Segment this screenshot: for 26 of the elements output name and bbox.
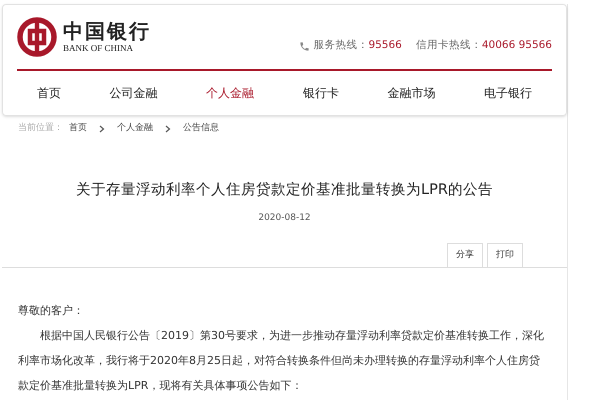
hotline-number: 40066 95566 — [482, 38, 552, 54]
chevron-right-icon — [99, 125, 105, 133]
phone-icon — [299, 40, 310, 52]
nav-link[interactable]: 公司金融 — [110, 84, 158, 102]
hotline-number: 95566 — [368, 38, 402, 54]
action-button[interactable]: 分享 — [447, 243, 483, 268]
bank-logo-icon — [17, 17, 57, 57]
nav-link[interactable]: 首页 — [37, 84, 61, 102]
breadcrumb-link[interactable]: 首页 — [69, 122, 87, 136]
breadcrumb-link[interactable]: 公告信息 — [183, 122, 219, 136]
chevron-right-icon — [165, 125, 171, 133]
article-title: 关于存量浮动利率个人住房贷款定价基准批量转换为LPR的公告 — [76, 180, 493, 200]
breadcrumb-prefix: 当前位置： — [18, 122, 63, 136]
breadcrumb-link[interactable]: 个人金融 — [117, 122, 153, 136]
nav-link[interactable]: 金融市场 — [387, 84, 436, 102]
nav-link[interactable]: 个人金融 — [206, 84, 254, 102]
action-button[interactable]: 打印 — [487, 243, 523, 268]
hotline-label: 服务热线： — [313, 38, 368, 54]
logo-title: 中国银行 — [63, 21, 151, 41]
article-date: 2020-08-12 — [258, 212, 311, 225]
greeting-text: 尊敬的客户： — [18, 303, 85, 320]
nav-link[interactable]: 银行卡 — [302, 84, 339, 102]
logo-subtitle: BANK OF CHINA — [63, 44, 134, 53]
hotline-label: 信用卡热线： — [416, 38, 482, 54]
nav-link[interactable]: 电子银行 — [484, 84, 532, 102]
paragraph-text: 根据中国人民银行公告〔2019〕第30号要求，为进一步推动存量浮动利率贷款定价基准转换工作，深化利率市场化改革，我行将于2020年8月25日起，对符合转换条件但尚未办理转换的存量浮动利率个人住房贷款定价基准批量转换为LPR，现将有关具体事项公告如下： — [18, 328, 545, 394]
